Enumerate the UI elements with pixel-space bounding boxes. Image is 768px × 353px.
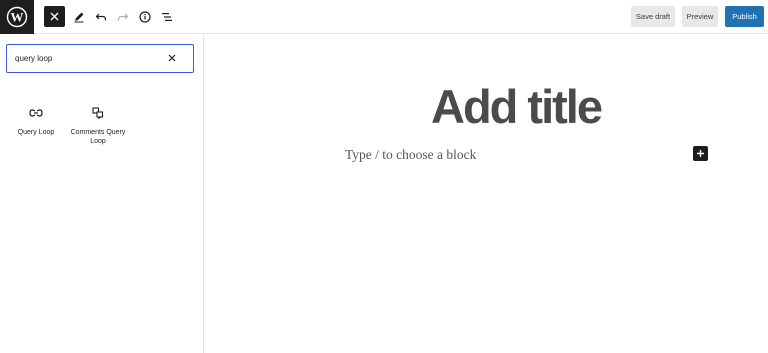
publish-button[interactable]: Publish [725,6,764,27]
clear-search-button[interactable] [167,53,177,63]
search-input-value[interactable]: query loop [15,54,52,63]
info-icon [138,10,151,23]
block-option-query-loop[interactable]: Query Loop [8,102,64,137]
comments-query-loop-icon [70,102,126,124]
post-title-field[interactable]: Add title [431,79,603,134]
save-draft-button[interactable]: Save draft [631,6,675,27]
redo-button[interactable] [112,6,133,27]
wordpress-logo-icon[interactable]: W [0,0,34,34]
preview-button[interactable]: Preview [682,6,718,27]
redo-icon [117,13,128,20]
block-option-label: Comments Query Loop [70,129,126,145]
tools-button[interactable] [68,6,89,27]
list-view-icon [161,12,172,21]
block-search-input[interactable]: query loop [6,44,194,73]
default-block-appender[interactable]: Type / to choose a block [345,147,476,163]
editor-canvas: Add title Type / to choose a block [205,35,768,353]
close-icon [50,12,59,21]
plus-icon [697,150,704,157]
undo-icon [95,13,106,20]
close-inserter-button[interactable] [44,6,65,27]
add-block-button[interactable] [693,146,708,161]
query-loop-icon [8,102,64,124]
undo-button[interactable] [90,6,111,27]
block-option-label: Query Loop [17,129,55,136]
details-button[interactable] [134,6,155,27]
block-option-comments-query-loop[interactable]: Comments Query Loop [70,102,126,146]
svg-text:W: W [11,10,24,25]
list-view-button[interactable] [156,6,177,27]
block-inserter-panel: query loop Query Loop Comments Query Loo… [0,34,204,353]
close-icon [168,54,176,62]
editor-toolbar: W Save draft Preview Publish [0,0,768,34]
pencil-icon [74,12,83,22]
